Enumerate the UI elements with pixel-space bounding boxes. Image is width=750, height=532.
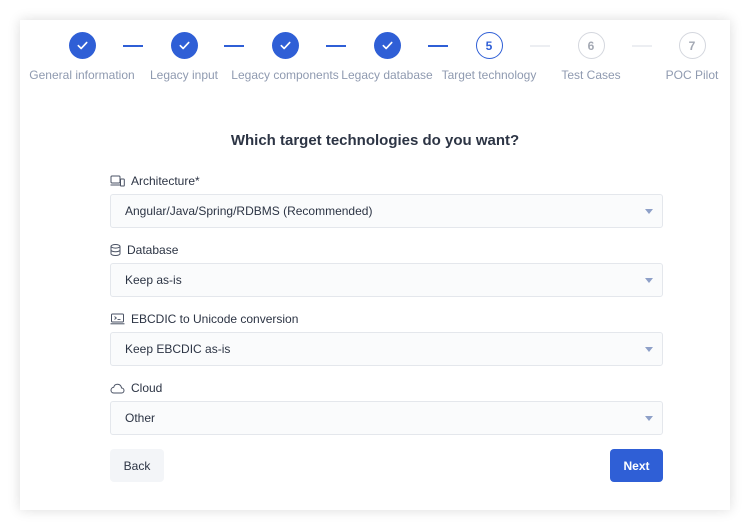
step-7-circle: 7 bbox=[678, 32, 706, 59]
database-select[interactable]: Keep as-is bbox=[110, 263, 663, 297]
back-button[interactable]: Back bbox=[110, 449, 164, 482]
step-poc-pilot[interactable]: 7 POC Pilot bbox=[632, 32, 750, 82]
step-1-circle bbox=[68, 32, 96, 59]
cloud-select[interactable]: Other bbox=[110, 401, 663, 435]
terminal-icon bbox=[110, 313, 125, 325]
caret-down-icon bbox=[645, 278, 653, 283]
step-5-circle: 5 bbox=[475, 32, 503, 59]
ebcdic-select[interactable]: Keep EBCDIC as-is bbox=[110, 332, 663, 366]
database-icon bbox=[110, 244, 121, 256]
step-3-circle bbox=[271, 32, 299, 59]
devices-icon bbox=[110, 175, 125, 187]
check-icon bbox=[279, 41, 291, 50]
step-6-circle: 6 bbox=[577, 32, 605, 59]
ebcdic-label: EBCDIC to Unicode conversion bbox=[110, 312, 298, 326]
ebcdic-label-text: EBCDIC to Unicode conversion bbox=[131, 312, 299, 326]
check-icon bbox=[381, 41, 393, 50]
wizard-card: General information Legacy input Legacy … bbox=[20, 20, 730, 510]
page-title: Which target technologies do you want? bbox=[230, 132, 520, 149]
cloud-value: Other bbox=[125, 411, 156, 425]
caret-down-icon bbox=[645, 416, 653, 421]
cloud-icon bbox=[110, 383, 125, 394]
architecture-select[interactable]: Angular/Java/Spring/RDBMS (Recommended) bbox=[110, 194, 663, 228]
cloud-label-text: Cloud bbox=[131, 381, 163, 395]
cloud-label: Cloud bbox=[110, 381, 162, 395]
caret-down-icon bbox=[645, 347, 653, 352]
architecture-value: Angular/Java/Spring/RDBMS (Recommended) bbox=[125, 204, 373, 218]
caret-down-icon bbox=[645, 209, 653, 214]
architecture-label-text: Architecture* bbox=[131, 174, 200, 188]
step-7-label: POC Pilot bbox=[665, 68, 719, 82]
step-4-circle bbox=[373, 32, 401, 59]
database-label-text: Database bbox=[127, 243, 179, 257]
next-button[interactable]: Next bbox=[610, 449, 663, 482]
step-2-circle bbox=[170, 32, 198, 59]
ebcdic-value: Keep EBCDIC as-is bbox=[125, 342, 231, 356]
architecture-label: Architecture* bbox=[110, 174, 200, 188]
database-label: Database bbox=[110, 243, 178, 257]
database-value: Keep as-is bbox=[125, 273, 182, 287]
check-icon bbox=[76, 41, 88, 50]
check-icon bbox=[178, 41, 190, 50]
